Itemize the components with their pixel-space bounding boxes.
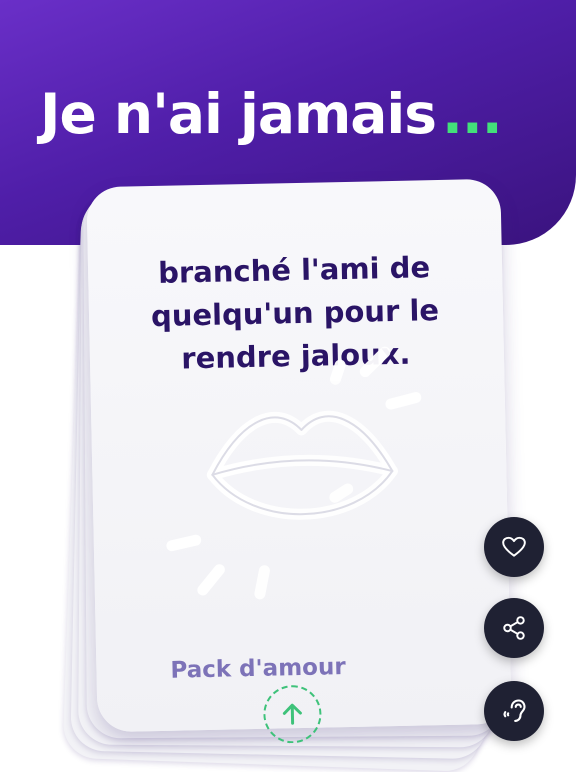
card-stack: branché l'ami de quelqu'un pour le rendr… <box>0 0 576 772</box>
question-card[interactable]: branché l'ami de quelqu'un pour le rendr… <box>86 178 512 744</box>
like-button[interactable] <box>484 517 544 577</box>
hearing-icon <box>503 699 526 722</box>
heart-icon <box>502 536 526 557</box>
pack-label: Pack d'amour <box>170 654 346 684</box>
share-icon <box>503 616 525 640</box>
arrow-up-icon <box>282 703 302 725</box>
share-button[interactable] <box>484 598 544 658</box>
hearing-button[interactable] <box>484 681 544 741</box>
lips-icon <box>166 346 422 600</box>
